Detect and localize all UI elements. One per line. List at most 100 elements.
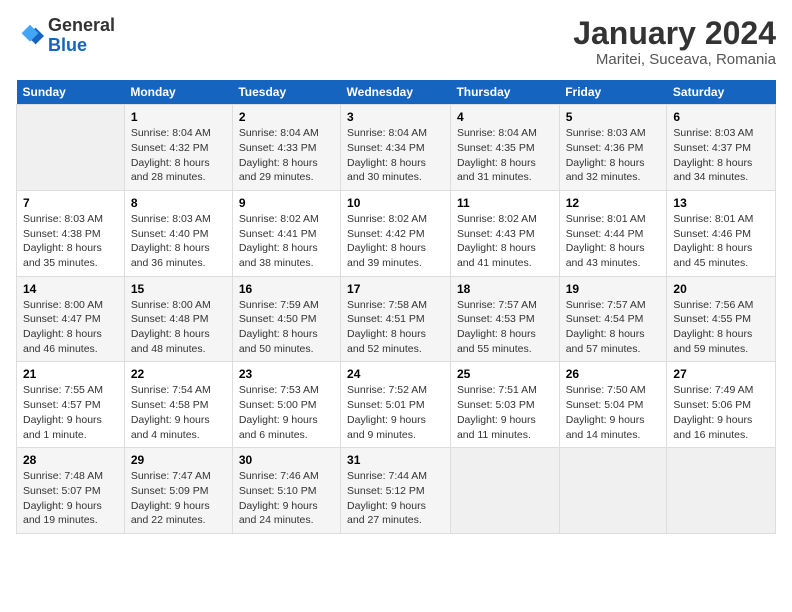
calendar-cell: 28 Sunrise: 7:48 AMSunset: 5:07 PMDayligh… (17, 448, 125, 534)
calendar-cell: 14 Sunrise: 8:00 AMSunset: 4:47 PMDayligh… (17, 276, 125, 362)
day-number: 31 (347, 453, 444, 467)
calendar-cell: 20 Sunrise: 7:56 AMSunset: 4:55 PMDayligh… (667, 276, 776, 362)
day-info: Sunrise: 8:03 AMSunset: 4:38 PMDaylight:… (23, 212, 118, 271)
day-number: 16 (239, 282, 334, 296)
day-number: 8 (131, 196, 226, 210)
header-row: SundayMondayTuesdayWednesdayThursdayFrid… (17, 80, 776, 105)
day-number: 1 (131, 110, 226, 124)
day-number: 22 (131, 367, 226, 381)
day-info: Sunrise: 8:00 AMSunset: 4:47 PMDaylight:… (23, 298, 118, 357)
logo-line1: General (48, 16, 115, 36)
calendar-body: 1Sunrise: 8:04 AMSunset: 4:32 PMDaylight… (17, 105, 776, 534)
day-info: Sunrise: 7:55 AMSunset: 4:57 PMDaylight:… (23, 383, 118, 442)
calendar-cell: 6Sunrise: 8:03 AMSunset: 4:37 PMDaylight… (667, 105, 776, 191)
day-number: 7 (23, 196, 118, 210)
day-info: Sunrise: 7:57 AMSunset: 4:53 PMDaylight:… (457, 298, 553, 357)
day-number: 15 (131, 282, 226, 296)
calendar-cell: 11 Sunrise: 8:02 AMSunset: 4:43 PMDayligh… (450, 190, 559, 276)
title-block: January 2024 Maritei, Suceava, Romania (573, 16, 776, 68)
day-info: Sunrise: 8:04 AMSunset: 4:33 PMDaylight:… (239, 126, 334, 185)
day-info: Sunrise: 8:02 AMSunset: 4:43 PMDaylight:… (457, 212, 553, 271)
day-number: 20 (673, 282, 769, 296)
weekday-header: Sunday (17, 80, 125, 105)
weekday-header: Saturday (667, 80, 776, 105)
calendar-cell: 16Sunrise: 7:59 AMSunset: 4:50 PMDayligh… (232, 276, 340, 362)
calendar-week: 14 Sunrise: 8:00 AMSunset: 4:47 PMDayligh… (17, 276, 776, 362)
day-number: 30 (239, 453, 334, 467)
day-number: 25 (457, 367, 553, 381)
day-number: 13 (673, 196, 769, 210)
day-info: Sunrise: 7:53 AMSunset: 5:00 PMDaylight:… (239, 383, 334, 442)
calendar-cell (450, 448, 559, 534)
calendar-cell: 12 Sunrise: 8:01 AMSunset: 4:44 PMDayligh… (559, 190, 667, 276)
day-info: Sunrise: 8:03 AMSunset: 4:40 PMDaylight:… (131, 212, 226, 271)
day-info: Sunrise: 7:46 AMSunset: 5:10 PMDaylight:… (239, 469, 334, 528)
calendar-title: January 2024 (573, 16, 776, 51)
calendar-cell: 25 Sunrise: 7:51 AMSunset: 5:03 PMDayligh… (450, 362, 559, 448)
calendar-cell: 21Sunrise: 7:55 AMSunset: 4:57 PMDayligh… (17, 362, 125, 448)
calendar-cell (17, 105, 125, 191)
day-number: 19 (566, 282, 661, 296)
calendar-cell: 15 Sunrise: 8:00 AMSunset: 4:48 PMDayligh… (124, 276, 232, 362)
calendar-cell: 3Sunrise: 8:04 AMSunset: 4:34 PMDaylight… (341, 105, 451, 191)
calendar-cell: 9 Sunrise: 8:02 AMSunset: 4:41 PMDaylight… (232, 190, 340, 276)
day-number: 24 (347, 367, 444, 381)
calendar-cell: 17 Sunrise: 7:58 AMSunset: 4:51 PMDayligh… (341, 276, 451, 362)
calendar-cell: 26Sunrise: 7:50 AMSunset: 5:04 PMDayligh… (559, 362, 667, 448)
day-info: Sunrise: 8:03 AMSunset: 4:37 PMDaylight:… (673, 126, 769, 185)
calendar-table: SundayMondayTuesdayWednesdayThursdayFrid… (16, 80, 776, 534)
day-info: Sunrise: 7:49 AMSunset: 5:06 PMDaylight:… (673, 383, 769, 442)
day-info: Sunrise: 7:58 AMSunset: 4:51 PMDaylight:… (347, 298, 444, 357)
day-info: Sunrise: 8:01 AMSunset: 4:46 PMDaylight:… (673, 212, 769, 271)
calendar-subtitle: Maritei, Suceava, Romania (573, 51, 776, 68)
calendar-cell: 29 Sunrise: 7:47 AMSunset: 5:09 PMDayligh… (124, 448, 232, 534)
day-info: Sunrise: 8:01 AMSunset: 4:44 PMDaylight:… (566, 212, 661, 271)
day-info: Sunrise: 7:56 AMSunset: 4:55 PMDaylight:… (673, 298, 769, 357)
logo-text: General Blue (48, 16, 115, 56)
calendar-cell: 31 Sunrise: 7:44 AMSunset: 5:12 PMDayligh… (341, 448, 451, 534)
day-info: Sunrise: 7:57 AMSunset: 4:54 PMDaylight:… (566, 298, 661, 357)
day-number: 29 (131, 453, 226, 467)
calendar-cell: 24Sunrise: 7:52 AMSunset: 5:01 PMDayligh… (341, 362, 451, 448)
day-number: 14 (23, 282, 118, 296)
logo-line2: Blue (48, 36, 115, 56)
day-number: 9 (239, 196, 334, 210)
day-number: 12 (566, 196, 661, 210)
calendar-cell: 8 Sunrise: 8:03 AMSunset: 4:40 PMDaylight… (124, 190, 232, 276)
day-number: 17 (347, 282, 444, 296)
calendar-cell: 2Sunrise: 8:04 AMSunset: 4:33 PMDaylight… (232, 105, 340, 191)
day-info: Sunrise: 7:54 AMSunset: 4:58 PMDaylight:… (131, 383, 226, 442)
day-info: Sunrise: 7:44 AMSunset: 5:12 PMDaylight:… (347, 469, 444, 528)
day-number: 27 (673, 367, 769, 381)
calendar-cell: 5Sunrise: 8:03 AMSunset: 4:36 PMDaylight… (559, 105, 667, 191)
day-info: Sunrise: 8:02 AMSunset: 4:42 PMDaylight:… (347, 212, 444, 271)
weekday-header: Thursday (450, 80, 559, 105)
day-number: 3 (347, 110, 444, 124)
day-number: 11 (457, 196, 553, 210)
calendar-week: 1Sunrise: 8:04 AMSunset: 4:32 PMDaylight… (17, 105, 776, 191)
day-number: 10 (347, 196, 444, 210)
day-number: 23 (239, 367, 334, 381)
header: General Blue January 2024 Maritei, Sucea… (16, 16, 776, 68)
calendar-cell: 4 Sunrise: 8:04 AMSunset: 4:35 PMDaylight… (450, 105, 559, 191)
calendar-cell (559, 448, 667, 534)
calendar-cell: 1Sunrise: 8:04 AMSunset: 4:32 PMDaylight… (124, 105, 232, 191)
day-number: 28 (23, 453, 118, 467)
calendar-cell: 7 Sunrise: 8:03 AMSunset: 4:38 PMDaylight… (17, 190, 125, 276)
calendar-cell: 10 Sunrise: 8:02 AMSunset: 4:42 PMDayligh… (341, 190, 451, 276)
calendar-header: SundayMondayTuesdayWednesdayThursdayFrid… (17, 80, 776, 105)
day-info: Sunrise: 7:47 AMSunset: 5:09 PMDaylight:… (131, 469, 226, 528)
weekday-header: Monday (124, 80, 232, 105)
weekday-header: Wednesday (341, 80, 451, 105)
day-info: Sunrise: 7:48 AMSunset: 5:07 PMDaylight:… (23, 469, 118, 528)
day-info: Sunrise: 8:00 AMSunset: 4:48 PMDaylight:… (131, 298, 226, 357)
day-info: Sunrise: 7:51 AMSunset: 5:03 PMDaylight:… (457, 383, 553, 442)
page-container: General Blue January 2024 Maritei, Sucea… (0, 0, 792, 542)
calendar-cell (667, 448, 776, 534)
day-info: Sunrise: 8:02 AMSunset: 4:41 PMDaylight:… (239, 212, 334, 271)
day-info: Sunrise: 8:04 AMSunset: 4:35 PMDaylight:… (457, 126, 553, 185)
day-number: 4 (457, 110, 553, 124)
calendar-week: 7 Sunrise: 8:03 AMSunset: 4:38 PMDaylight… (17, 190, 776, 276)
calendar-cell: 23 Sunrise: 7:53 AMSunset: 5:00 PMDayligh… (232, 362, 340, 448)
weekday-header: Tuesday (232, 80, 340, 105)
